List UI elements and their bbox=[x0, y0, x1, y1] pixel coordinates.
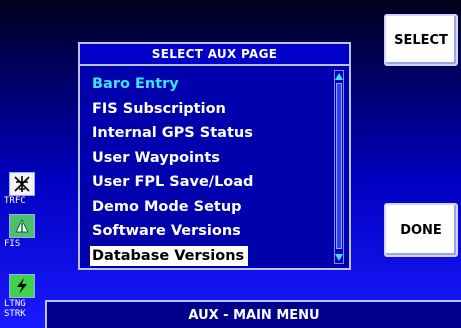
aux-page-list: Baro Entry FIS Subscription Internal GPS… bbox=[90, 72, 335, 266]
fis-label: FIS bbox=[4, 239, 21, 249]
scroll-up-arrow-icon[interactable] bbox=[335, 73, 343, 80]
list-item-user-waypoints[interactable]: User Waypoints bbox=[90, 146, 335, 171]
done-softkey[interactable]: DONE bbox=[384, 203, 458, 257]
strk-label: STRK bbox=[4, 309, 26, 319]
lightning-icon bbox=[9, 274, 35, 298]
list-scrollbar[interactable] bbox=[334, 70, 344, 264]
traffic-icon bbox=[9, 172, 35, 196]
select-softkey[interactable]: SELECT bbox=[384, 14, 458, 66]
list-item-internal-gps-status[interactable]: Internal GPS Status bbox=[90, 121, 335, 146]
select-aux-page-dialog: SELECT AUX PAGE Baro Entry FIS Subscript… bbox=[78, 42, 351, 270]
list-item-fis-subscription[interactable]: FIS Subscription bbox=[90, 97, 335, 122]
list-item-user-fpl-save-load[interactable]: User FPL Save/Load bbox=[90, 170, 335, 195]
bottom-menu-bar: AUX - MAIN MENU bbox=[45, 300, 461, 328]
aux-page-screen: SELECT DONE SELECT AUX PAGE Baro Entry F… bbox=[0, 0, 461, 328]
scroll-thumb[interactable] bbox=[336, 83, 342, 249]
list-item-baro-entry[interactable]: Baro Entry bbox=[90, 72, 335, 97]
list-item-database-versions[interactable]: Database Versions bbox=[90, 245, 249, 266]
dialog-title: SELECT AUX PAGE bbox=[80, 44, 349, 66]
bottom-menu-label: AUX - MAIN MENU bbox=[188, 307, 320, 323]
scroll-down-arrow-icon[interactable] bbox=[335, 254, 343, 261]
trfc-label: TRFC bbox=[4, 196, 26, 206]
ltng-label: LTNG bbox=[4, 299, 26, 309]
fis-icon bbox=[9, 214, 35, 238]
list-item-demo-mode-setup[interactable]: Demo Mode Setup bbox=[90, 195, 335, 220]
list-item-software-versions[interactable]: Software Versions bbox=[90, 219, 335, 244]
